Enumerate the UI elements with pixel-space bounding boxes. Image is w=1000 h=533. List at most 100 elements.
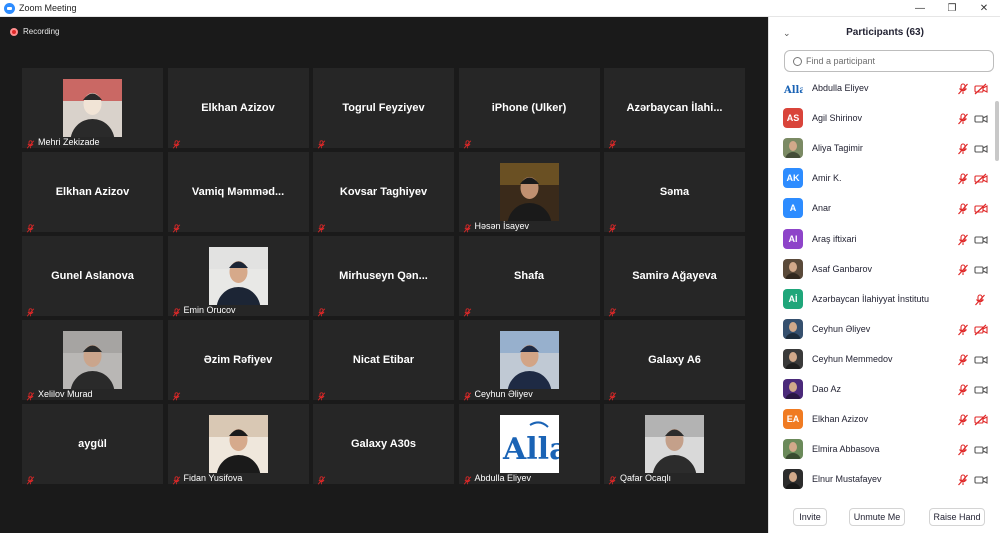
participants-scrollbar[interactable] (995, 101, 999, 161)
video-off-icon[interactable] (974, 82, 988, 95)
participant-row[interactable]: Elnur Mustafayev (769, 466, 1000, 495)
muted-mic-icon[interactable] (957, 383, 969, 396)
video-tile[interactable]: Əzim Rəfiyev (167, 320, 309, 401)
participant-name: Elnur Mustafayev (812, 474, 882, 485)
video-icon[interactable] (974, 263, 988, 275)
participant-name: Elkhan Azizov (812, 414, 869, 425)
muted-mic-icon[interactable] (957, 233, 969, 245)
video-tile[interactable]: Fidan Yusifova (167, 404, 309, 499)
video-stage: Recording Mehri Zekizade Elkhan Azizov Tog… (0, 17, 768, 533)
video-tile[interactable]: Kovsar Taghiyev (313, 152, 454, 233)
video-tile[interactable]: aygül (22, 404, 163, 485)
invite-button[interactable]: Invite (793, 508, 827, 526)
tile-display-name: Gunel Aslanova (51, 270, 134, 282)
video-tile[interactable]: Xelilov Murad (22, 320, 163, 415)
participant-row[interactable]: AS Agil Shirinov (769, 105, 1000, 135)
video-icon[interactable] (974, 112, 988, 124)
participant-row[interactable]: Ceyhun Əliyev (769, 316, 1000, 346)
participant-row[interactable]: Elmira Abbasova (769, 436, 1000, 466)
participant-video (499, 331, 559, 415)
video-icon[interactable] (974, 142, 988, 154)
avatar: AS (783, 108, 803, 129)
video-tile[interactable]: Elkhan Azizov (22, 152, 163, 233)
gallery-grid: Mehri Zekizade Elkhan Azizov Togrul Feyziy… (22, 68, 746, 499)
video-tile[interactable]: Shafa (458, 236, 600, 317)
avatar: Allah (783, 78, 803, 98)
video-icon[interactable] (974, 383, 988, 395)
video-off-icon[interactable] (974, 172, 988, 185)
video-tile[interactable]: Galaxy A6 (604, 320, 745, 401)
video-tile[interactable]: iPhone (Ulker) (458, 68, 600, 149)
video-tile[interactable]: Galaxy A30s (313, 404, 454, 485)
participant-row[interactable]: EA Elkhan Azizov (769, 406, 1000, 436)
video-tile[interactable]: Nicat Etibar (313, 320, 454, 401)
participant-row[interactable]: Allah Abdulla Eliyev (769, 75, 1000, 105)
maximize-button[interactable]: ❐ (936, 0, 968, 17)
muted-mic-icon (463, 472, 472, 485)
participant-video (208, 247, 268, 331)
video-off-icon[interactable] (974, 202, 988, 215)
muted-mic-icon[interactable] (957, 413, 969, 426)
muted-mic-icon[interactable] (957, 473, 969, 486)
avatar (783, 439, 803, 460)
participant-name: Azərbaycan İlahiyyat İnstitutu (812, 293, 930, 304)
video-tile[interactable]: Samirə Ağayeva (604, 236, 745, 317)
muted-mic-icon (26, 220, 35, 233)
close-button[interactable]: ✕ (968, 0, 1000, 17)
video-icon[interactable] (974, 443, 988, 455)
video-tile[interactable]: Gunel Aslanova (22, 236, 163, 317)
video-icon[interactable] (974, 473, 988, 485)
participants-header: ⌄ Participants (63) (769, 17, 1000, 47)
video-tile[interactable]: Səma (604, 152, 745, 233)
minimize-button[interactable]: — (904, 0, 936, 17)
muted-mic-icon[interactable] (957, 323, 969, 336)
participant-row[interactable]: AI Araş iftixari (769, 226, 1000, 256)
video-icon[interactable] (974, 353, 988, 365)
video-tile[interactable]: Qafar Ocaqlı (604, 404, 745, 499)
video-tile[interactable]: Allah Abdulla Eliyev (458, 404, 600, 485)
muted-mic-icon (26, 388, 35, 401)
muted-mic-icon[interactable] (957, 353, 969, 366)
video-tile[interactable]: Elkhan Azizov (167, 68, 309, 149)
participant-row[interactable]: Aİ Azərbaycan İlahiyyat İnstitutu (769, 286, 1000, 316)
tile-display-name: Kovsar Taghiyev (339, 186, 428, 198)
participant-row[interactable]: Asaf Ganbarov (769, 256, 1000, 286)
muted-mic-icon[interactable] (957, 172, 969, 185)
participant-row[interactable]: Dao Az (769, 376, 1000, 406)
muted-mic-icon[interactable] (957, 112, 969, 125)
raise-hand-button[interactable]: Raise Hand (929, 508, 985, 526)
muted-mic-icon[interactable] (957, 263, 969, 275)
muted-mic-icon (172, 136, 181, 149)
participants-title: Participants (63) (846, 27, 924, 38)
participant-row[interactable]: Aliya Tagimir (769, 135, 1000, 165)
video-off-icon[interactable] (974, 413, 988, 426)
video-tile[interactable]: Ceyhun Əliyev (458, 320, 600, 415)
video-tile[interactable]: Emin Orucov (167, 236, 309, 331)
recording-indicator[interactable]: Recording (10, 27, 59, 36)
muted-mic-icon[interactable] (957, 142, 969, 155)
unmute-me-button[interactable]: Unmute Me (849, 508, 905, 526)
muted-mic-icon[interactable] (957, 82, 969, 95)
video-tile[interactable]: Azərbaycan İlahi... (604, 68, 745, 149)
muted-mic-icon[interactable] (974, 293, 986, 306)
video-icon[interactable] (974, 233, 988, 245)
video-tile[interactable]: Mehri Zekizade (22, 68, 163, 163)
svg-text:Allah: Allah (502, 432, 559, 467)
participant-search[interactable] (784, 50, 994, 72)
video-tile[interactable]: Mirhuseyn Qən... (313, 236, 454, 317)
tile-display-name: Elkhan Azizov (55, 186, 130, 198)
video-tile[interactable]: Togrul Feyziyev (313, 68, 454, 149)
video-off-icon[interactable] (974, 323, 988, 336)
participant-row[interactable]: Ceyhun Memmedov (769, 346, 1000, 376)
muted-mic-icon[interactable] (957, 202, 969, 215)
participant-search-input[interactable] (806, 56, 976, 66)
tile-display-name: Nicat Etibar (352, 354, 415, 366)
participant-row[interactable]: AK Amir K. (769, 165, 1000, 195)
participant-row[interactable]: A Anar (769, 195, 1000, 225)
video-tile[interactable]: Vamiq Məmməd... (167, 152, 309, 233)
svg-text:Allah: Allah (783, 85, 803, 96)
participants-panel: ⌄ Participants (63) AllahAbdulla EliyevA… (768, 17, 1000, 533)
avatar (783, 469, 803, 490)
muted-mic-icon[interactable] (957, 443, 969, 456)
video-tile[interactable]: Həsən İsayev (458, 152, 600, 247)
